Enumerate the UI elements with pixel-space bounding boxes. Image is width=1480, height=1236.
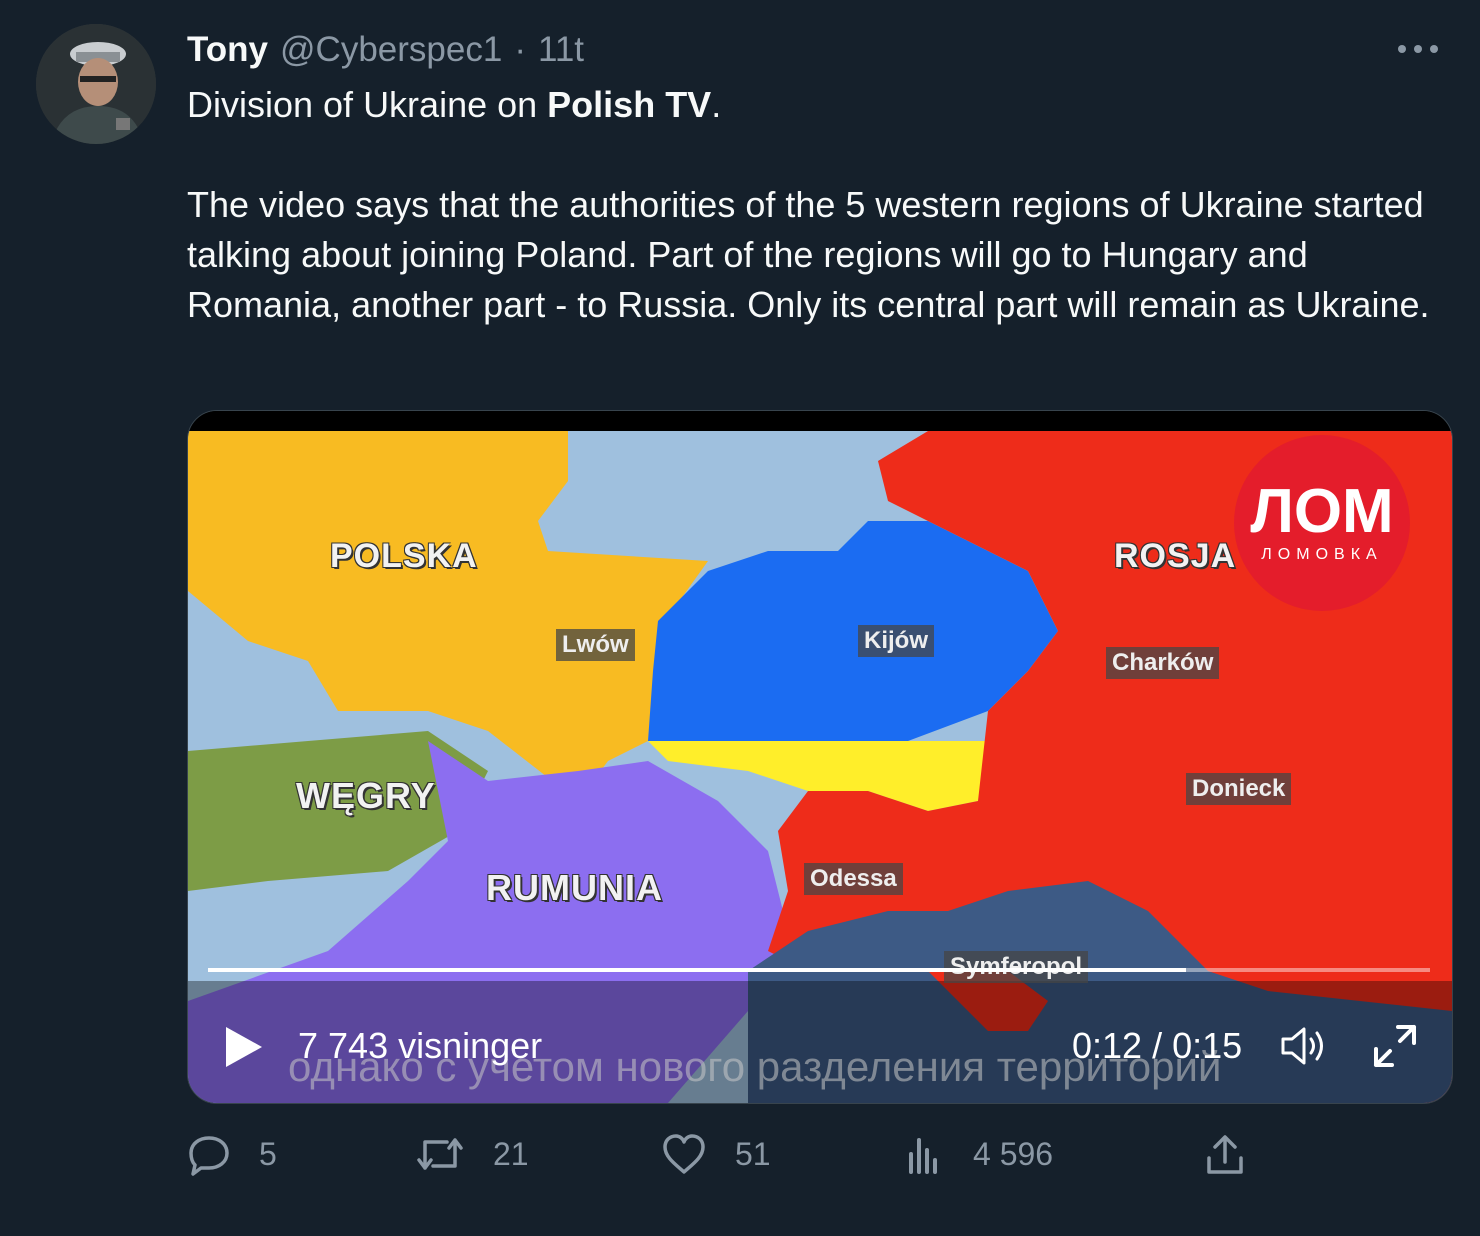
- more-icon[interactable]: [1398, 34, 1438, 64]
- label-polska: POLSKA: [330, 537, 478, 575]
- logo-big-text: ЛОМ: [1250, 477, 1394, 546]
- city-symferopol: Symferopol: [944, 951, 1089, 983]
- play-icon[interactable]: [224, 1025, 264, 1069]
- label-rumunia: RUMUNIA: [486, 867, 663, 908]
- first-line-bold: Polish TV: [547, 84, 712, 125]
- city-kijow: Kijów: [858, 625, 934, 657]
- author-avatar[interactable]: [36, 24, 156, 144]
- tweet-body: The video says that the authorities of t…: [187, 184, 1430, 325]
- tweet-header: Tony @Cyberspec1 · 11t: [187, 28, 584, 72]
- logo-small-text: ЛОМОВКА: [1261, 546, 1383, 563]
- share-icon: [1207, 1135, 1243, 1174]
- volume-icon[interactable]: [1280, 1025, 1328, 1067]
- city-donieck: Donieck: [1186, 773, 1292, 805]
- tweet-first-line: Division of Ukraine on Polish TV.: [187, 80, 1457, 130]
- author-handle[interactable]: @Cyberspec1: [280, 28, 502, 72]
- progress-bar[interactable]: [208, 968, 1430, 972]
- retweet-icon: [417, 1138, 463, 1170]
- video-timecode: 0:12 / 0:15: [1072, 1025, 1243, 1066]
- retweet-button[interactable]: 21: [415, 1132, 529, 1176]
- tweet-timestamp[interactable]: 11t: [538, 28, 584, 72]
- label-wegry: WĘGRY: [296, 775, 436, 816]
- video-player[interactable]: POLSKA ROSJA WĘGRY RUMUNIA Lwów Kijów Ch…: [187, 410, 1453, 1104]
- city-odessa: Odessa: [804, 863, 903, 895]
- reply-button[interactable]: 5: [187, 1132, 277, 1176]
- label-rosja: ROSJA: [1114, 537, 1237, 575]
- tweet-text: Division of Ukraine on Polish TV. The vi…: [187, 80, 1457, 330]
- like-button[interactable]: 51: [661, 1132, 771, 1176]
- author-name[interactable]: Tony: [187, 28, 268, 72]
- channel-logo: ЛОМ ЛОМОВКА: [1234, 435, 1410, 611]
- heart-icon: [663, 1134, 705, 1174]
- reply-icon: [189, 1136, 229, 1176]
- progress-fill: [208, 968, 1186, 972]
- tweet-actions: 5 21 51 4 596: [187, 1132, 1267, 1188]
- views-count: 4 596: [973, 1135, 1054, 1172]
- video-controls: 7 743 visninger 0:12 / 0:15: [188, 1011, 1452, 1081]
- views-button[interactable]: 4 596: [905, 1132, 1053, 1176]
- city-charkow: Charków: [1106, 647, 1220, 679]
- video-views: 7 743 visninger: [298, 1025, 543, 1066]
- first-line-prefix: Division of Ukraine on: [187, 84, 548, 125]
- reply-count: 5: [259, 1135, 277, 1172]
- retweet-count: 21: [493, 1135, 529, 1172]
- city-lwow: Lwów: [556, 629, 635, 661]
- share-button[interactable]: [1203, 1132, 1247, 1176]
- like-count: 51: [735, 1135, 771, 1172]
- first-line-suffix: .: [711, 84, 722, 125]
- fullscreen-icon[interactable]: [1372, 1023, 1418, 1069]
- analytics-icon: [909, 1138, 937, 1174]
- header-separator: ·: [514, 30, 526, 69]
